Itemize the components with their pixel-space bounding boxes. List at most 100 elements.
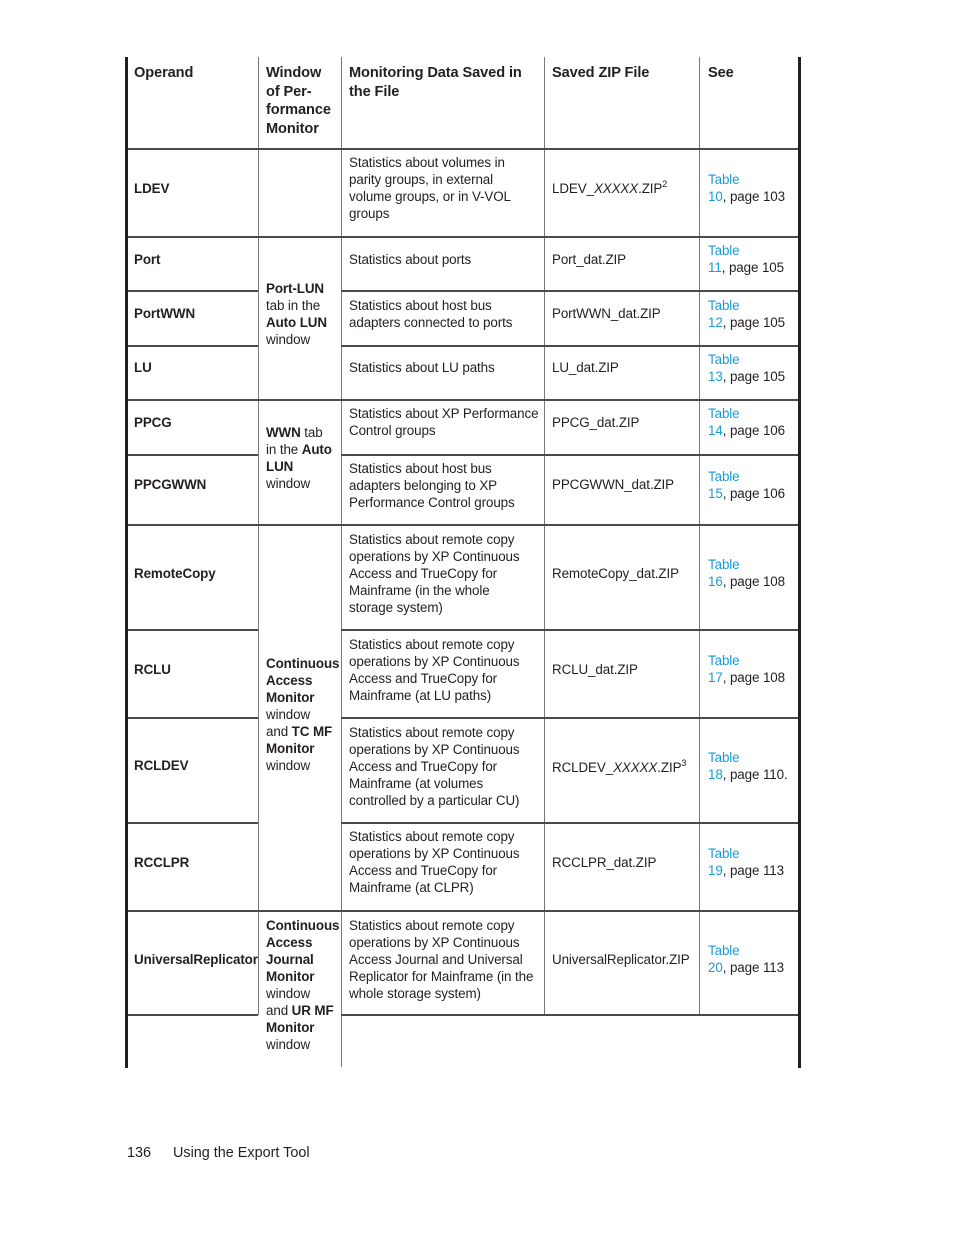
table-number-link[interactable]: 20 xyxy=(708,960,723,975)
window-bold: Continuous xyxy=(266,656,340,671)
table-link[interactable]: Table xyxy=(708,298,740,313)
monitoring-line: Statistics about volumes in xyxy=(349,155,505,170)
table-link[interactable]: Table xyxy=(708,846,740,861)
monitoring-line: Statistics about host bus xyxy=(349,461,492,476)
monitoring-line: volume groups, or in V-VOL xyxy=(349,189,511,204)
window-bold: UR MF xyxy=(291,1003,334,1018)
header-operand-text: Operand xyxy=(134,65,194,81)
monitoring-line: Statistics about remote copy xyxy=(349,532,515,547)
zip-variable: XXXXX xyxy=(593,181,639,196)
monitoring-line: Statistics about remote copy xyxy=(349,725,515,740)
row-divider xyxy=(128,454,258,456)
monitoring-cell: Statistics about LU paths xyxy=(349,359,495,376)
row-divider xyxy=(128,717,258,719)
monitoring-line: adapters belonging to XP xyxy=(349,478,497,493)
monitoring-line: Statistics about ports xyxy=(349,252,472,267)
monitoring-line: Mainframe (at LU paths) xyxy=(349,688,492,703)
header-window-line: of Per- xyxy=(266,83,312,100)
see-cell: Table 10, page 103 xyxy=(708,171,785,205)
monitoring-line: Mainframe (at CLPR) xyxy=(349,880,474,895)
see-cell: Table 20, page 113 xyxy=(708,942,784,976)
page-reference: , page 105 xyxy=(722,369,785,384)
row-divider xyxy=(128,290,258,292)
operand-cell: UniversalReplicator xyxy=(134,952,258,967)
monitoring-cell: Statistics about host bus adapters conne… xyxy=(349,297,512,331)
header-monitoring: Monitoring Data Saved in the File xyxy=(349,64,522,101)
table-link[interactable]: Table xyxy=(708,943,740,958)
zip-suffix: .ZIP xyxy=(638,181,663,196)
monitoring-cell: Statistics about XP Performance Control … xyxy=(349,405,539,439)
row-divider xyxy=(341,454,798,456)
row-divider xyxy=(128,345,258,347)
table-link[interactable]: Table xyxy=(708,653,740,668)
window-text: tab xyxy=(300,425,323,440)
window-bold: Auto LUN xyxy=(266,315,327,330)
page-reference: , page 105 xyxy=(721,260,784,275)
window-bold: Monitor xyxy=(266,741,315,756)
monitoring-line: Replicator for Mainframe (in the xyxy=(349,969,534,984)
monitoring-line: Access Journal and Universal xyxy=(349,952,523,967)
window-bold: TC MF xyxy=(291,724,333,739)
monitoring-line: operations by XP Continuous xyxy=(349,935,520,950)
monitoring-line: Statistics about LU paths xyxy=(349,360,495,375)
table-link[interactable]: Table xyxy=(708,406,740,421)
monitoring-line: Access and TrueCopy for xyxy=(349,566,498,581)
operand-cell: RCLU xyxy=(134,662,171,677)
monitoring-line: Statistics about remote copy xyxy=(349,829,515,844)
table-number-link[interactable]: 12 xyxy=(708,315,723,330)
operand-cell: RemoteCopy xyxy=(134,566,216,581)
zip-cell: PPCG_dat.ZIP xyxy=(552,415,640,430)
window-text: in the xyxy=(266,442,302,457)
footer-section-title: Using the Export Tool xyxy=(173,1145,310,1161)
zip-cell: LU_dat.ZIP xyxy=(552,360,619,375)
table-number-link[interactable]: 13 xyxy=(708,369,723,384)
page-reference: , page 108 xyxy=(722,670,785,685)
operand-cell: Port xyxy=(134,252,161,267)
table-number-link[interactable]: 16 xyxy=(708,574,723,589)
table-link[interactable]: Table xyxy=(708,243,740,258)
row-divider xyxy=(341,290,798,292)
table-number-link[interactable]: 17 xyxy=(708,670,723,685)
page-reference: , page 105 xyxy=(722,315,785,330)
header-see-text: See xyxy=(708,65,734,81)
window-cell-wwn: WWN tab in the Auto LUN window xyxy=(266,424,332,492)
monitoring-cell: Statistics about host bus adapters belon… xyxy=(349,460,515,511)
window-text: window xyxy=(266,758,311,773)
window-text: window xyxy=(266,1037,311,1052)
document-page: Operand Window of Per- formance Monitor … xyxy=(0,0,954,1235)
zip-prefix: RCLDEV_ xyxy=(552,760,614,775)
row-divider xyxy=(341,1014,798,1016)
monitoring-line: Access and TrueCopy for xyxy=(349,759,498,774)
table-number-link[interactable]: 14 xyxy=(708,423,723,438)
table-number-link[interactable]: 19 xyxy=(708,863,723,878)
monitoring-line: Statistics about XP Performance xyxy=(349,406,539,421)
operand-cell: LDEV xyxy=(134,181,170,196)
table-link[interactable]: Table xyxy=(708,172,740,187)
window-bold: Access xyxy=(266,673,313,688)
footnote-marker: 2 xyxy=(662,179,668,189)
monitoring-line: Mainframe (in the whole xyxy=(349,583,490,598)
monitoring-line: operations by XP Continuous xyxy=(349,549,520,564)
zip-variable: XXXXX xyxy=(613,760,658,775)
operand-cell: PortWWN xyxy=(134,306,196,321)
window-bold: WWN xyxy=(266,425,301,440)
table-link[interactable]: Table xyxy=(708,352,740,367)
see-cell: Table 18, page 110. xyxy=(708,749,788,783)
see-cell: Table 11, page 105 xyxy=(708,242,784,276)
table-link[interactable]: Table xyxy=(708,750,740,765)
table-number-link[interactable]: 15 xyxy=(708,486,723,501)
window-text: and xyxy=(266,724,292,739)
header-operand: Operand xyxy=(134,64,193,83)
table-link[interactable]: Table xyxy=(708,469,740,484)
window-bold: Continuous xyxy=(266,918,340,933)
table-number-link[interactable]: 10 xyxy=(708,189,723,204)
table-number-link[interactable]: 11 xyxy=(708,260,722,275)
header-zip-text: Saved ZIP File xyxy=(552,65,650,81)
monitoring-cell: Statistics about remote copy operations … xyxy=(349,636,520,704)
window-bold: Monitor xyxy=(266,690,315,705)
table-number-link[interactable]: 18 xyxy=(708,767,723,782)
page-reference: , page 108 xyxy=(722,574,785,589)
header-window-line: Monitor xyxy=(266,120,319,137)
table-link[interactable]: Table xyxy=(708,557,740,572)
header-window-line: Window xyxy=(266,65,322,81)
